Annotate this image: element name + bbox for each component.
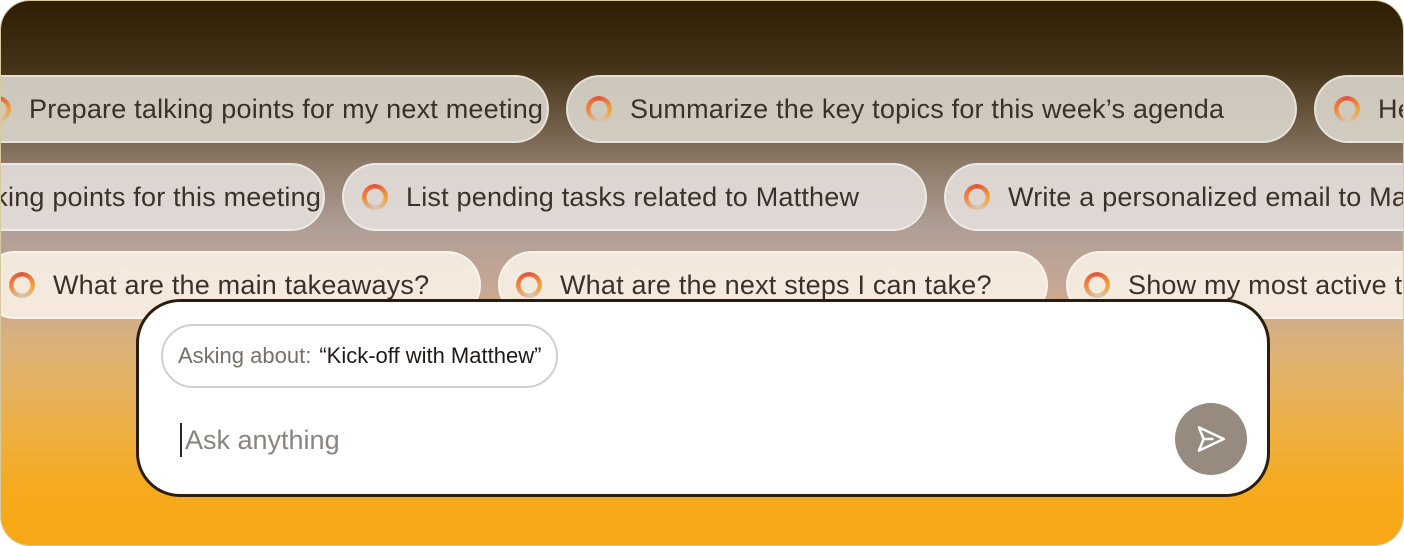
context-value: “Kick-off with Matthew” [319, 343, 542, 368]
ask-input[interactable] [185, 416, 1085, 464]
spinner-ring-icon [1084, 272, 1110, 298]
composer-panel: Asking about: “Kick-off with Matthew” [136, 299, 1270, 497]
suggestion-chip[interactable]: Write a personalized email to Matthew [944, 163, 1403, 231]
suggestion-label: List pending tasks related to Matthew [406, 181, 860, 212]
context-pill[interactable]: Asking about: “Kick-off with Matthew” [161, 324, 559, 388]
app-frame: Prepare talking points for my next meeti… [0, 0, 1404, 546]
spinner-ring-icon [362, 184, 388, 210]
suggestion-chip[interactable]: Prepare talking points for my next meeti… [1, 75, 549, 143]
suggestion-label: Prepare talking points for my next meeti… [29, 93, 544, 124]
suggestion-chip[interactable]: List pending tasks related to Matthew [342, 163, 927, 231]
suggestion-label: Show my most active topics [1128, 269, 1403, 300]
spinner-ring-icon [964, 184, 990, 210]
spinner-ring-icon [1334, 96, 1360, 122]
suggestion-label: Write a personalized email to Matthew [1008, 181, 1403, 212]
suggestion-label: Suggest talking points for this meeting [1, 181, 322, 212]
send-arrow-icon [1197, 426, 1226, 452]
spinner-ring-icon [9, 272, 35, 298]
spinner-ring-icon [586, 96, 612, 122]
spinner-ring-icon [516, 272, 542, 298]
suggestion-chip[interactable]: Suggest talking points for this meeting [1, 163, 325, 231]
spinner-ring-icon [1, 96, 11, 122]
suggestion-label: Help [1378, 93, 1403, 124]
context-label: Asking about: [178, 343, 312, 368]
suggestion-chip[interactable]: Help [1314, 75, 1403, 143]
suggestion-label: Summarize the key topics for this week’s… [630, 93, 1225, 124]
suggestion-label: What are the next steps I can take? [560, 269, 992, 300]
suggestion-label: What are the main takeaways? [53, 269, 430, 300]
send-button[interactable] [1175, 403, 1247, 475]
suggestion-chip[interactable]: Summarize the key topics for this week’s… [566, 75, 1297, 143]
text-caret [180, 423, 182, 457]
